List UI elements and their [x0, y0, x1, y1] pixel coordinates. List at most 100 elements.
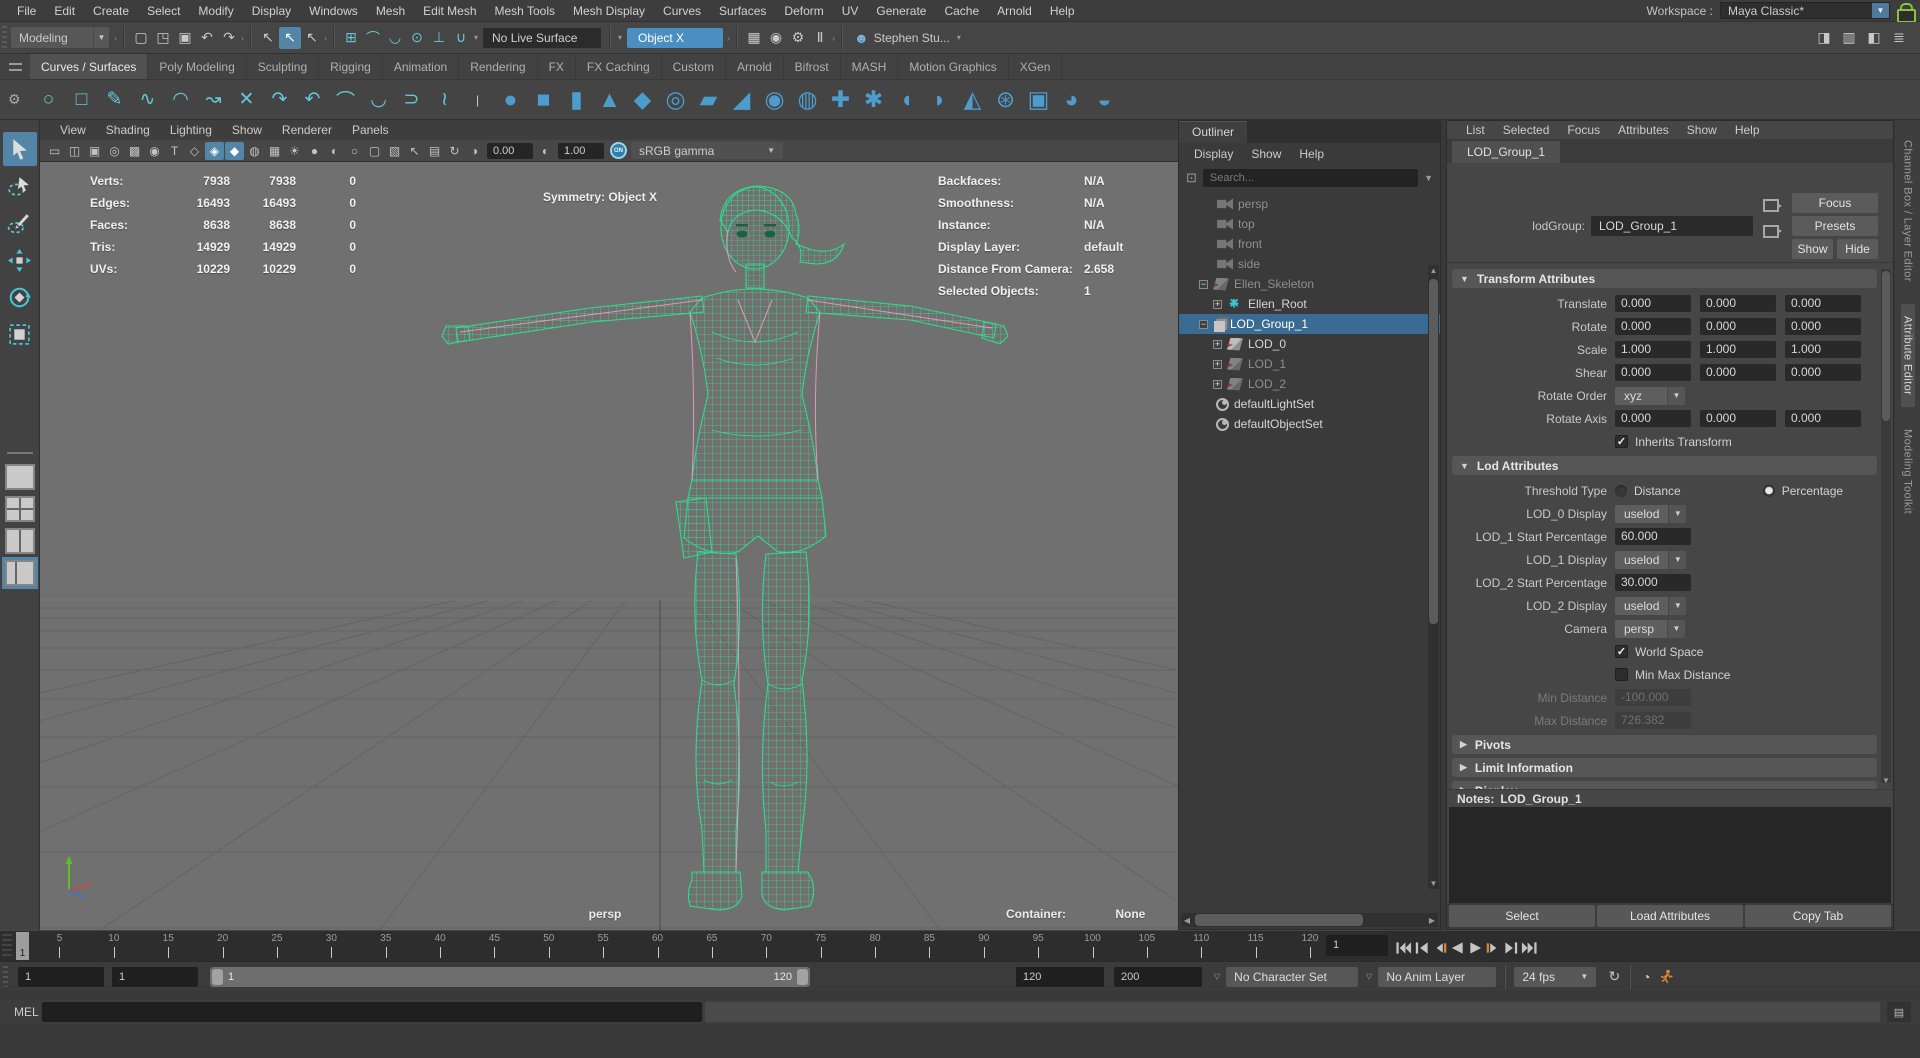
outliner-item[interactable]: + LOD_0 — [1179, 334, 1440, 354]
viewport-toolbar-icon[interactable]: ↻ — [445, 142, 464, 160]
expand-toggle[interactable]: + — [1213, 360, 1222, 369]
animation-start-field[interactable]: 1 — [18, 967, 104, 987]
chevron-down-icon[interactable]: ▽ — [1366, 972, 1372, 981]
menu-item[interactable]: Generate — [867, 0, 935, 22]
outliner-item[interactable]: + Ellen_Root — [1179, 294, 1440, 314]
outliner-item[interactable]: − Ellen_Skeleton — [1179, 274, 1440, 294]
shelf-tool-icon[interactable]: ▲ — [593, 83, 626, 117]
command-input[interactable] — [42, 1002, 702, 1022]
toolbox-tool[interactable] — [3, 317, 37, 351]
swap-tab-icon[interactable] — [1763, 225, 1779, 238]
scroll-down-icon[interactable]: ▼ — [1428, 878, 1439, 889]
outliner-menu-item[interactable]: Show — [1242, 147, 1290, 161]
sidebar-toggle-icon[interactable]: ◧ — [1863, 27, 1885, 49]
render-icon[interactable]: ▦ — [743, 27, 765, 49]
shelf-tool-icon[interactable]: ≀ — [428, 83, 461, 117]
menu-item[interactable]: Cache — [935, 0, 988, 22]
shelf-tool-icon[interactable]: ● — [494, 83, 527, 117]
viewport-toolbar-icon[interactable]: ◫ — [65, 142, 84, 160]
outliner-hscrollbar[interactable]: ◀ ▶ — [1181, 913, 1438, 927]
shelf-tab[interactable]: Animation — [383, 54, 459, 79]
chevron-down-icon[interactable]: ▼ — [1872, 3, 1889, 18]
animation-end-field[interactable]: 200 — [1114, 967, 1202, 987]
shelf-tool-icon[interactable]: ◍ — [791, 83, 824, 117]
shelf-tab[interactable]: Sculpting — [247, 54, 319, 79]
shear-z-field[interactable]: 0.000 — [1785, 364, 1861, 381]
playback-button[interactable] — [1502, 937, 1520, 959]
rotate-y-field[interactable]: 0.000 — [1700, 318, 1776, 335]
toolbox-tool[interactable] — [3, 132, 37, 166]
shelf-tab[interactable]: XGen — [1009, 54, 1063, 79]
expand-toggle[interactable]: + — [1213, 300, 1222, 309]
chevron-down-icon[interactable]: ▼ — [1667, 620, 1685, 638]
shelf-tool-icon[interactable]: ◡ — [362, 83, 395, 117]
camera-dropdown[interactable]: persp — [1615, 620, 1667, 638]
chevron-down-icon[interactable]: ▽ — [1214, 972, 1220, 981]
sidebar-vertical-tab[interactable]: Channel Box / Layer Editor — [1901, 128, 1915, 294]
menu-item[interactable]: Edit Mesh — [414, 0, 485, 22]
shelf-tool-icon[interactable]: ○ — [32, 83, 65, 117]
presets-button[interactable]: Presets — [1792, 216, 1878, 236]
status-icon[interactable]: ↶ — [196, 27, 218, 49]
shelf-tool-icon[interactable]: ◭ — [956, 83, 989, 117]
animation-preferences-icon[interactable] — [1656, 967, 1676, 987]
lod2-display-dropdown[interactable]: uselod — [1615, 597, 1668, 615]
shelf-tool-icon[interactable]: ▣ — [1022, 83, 1055, 117]
playback-button[interactable] — [1448, 937, 1466, 959]
ae-menu-item[interactable]: Focus — [1558, 123, 1609, 137]
scale-z-field[interactable]: 1.000 — [1785, 341, 1861, 358]
shelf-tool-icon[interactable]: ✕ — [230, 83, 263, 117]
shelf-tool-icon[interactable]: ↝ — [197, 83, 230, 117]
shelf-tool-icon[interactable]: ◕ — [1055, 83, 1088, 117]
gamma-field[interactable]: 1.00 — [558, 143, 604, 159]
viewport-toolbar-icon[interactable]: ◍ — [245, 142, 264, 160]
viewport-toolbar-icon[interactable]: ↖ — [405, 142, 424, 160]
scroll-down-icon[interactable]: ▼ — [1881, 776, 1891, 785]
command-language-toggle[interactable]: MEL — [0, 1005, 42, 1019]
current-frame-field[interactable]: 1 — [1326, 935, 1388, 956]
status-icon[interactable]: ▣ — [174, 27, 196, 49]
panel-menu-item[interactable]: Show — [222, 123, 272, 137]
panel-menu-item[interactable]: Panels — [342, 123, 399, 137]
expand-toggle[interactable]: − — [1199, 280, 1208, 289]
menu-item[interactable]: Deform — [775, 0, 832, 22]
world-space-checkbox[interactable]: ✓ — [1615, 645, 1628, 658]
translate-z-field[interactable]: 0.000 — [1785, 295, 1861, 312]
expand-toggle[interactable]: + — [1213, 340, 1222, 349]
panel-menu-item[interactable]: Lighting — [160, 123, 222, 137]
snap-icon[interactable]: ⌒ — [362, 27, 384, 49]
outliner-item[interactable]: + LOD_2 — [1179, 374, 1440, 394]
color-management-toggle[interactable]: ON — [610, 142, 627, 159]
anim-layer-dropdown[interactable]: No Anim Layer — [1378, 967, 1496, 987]
gamma-icon[interactable]: ◐ — [536, 142, 555, 160]
viewport-toolbar-icon[interactable]: ▧ — [385, 142, 404, 160]
current-time-marker[interactable]: 1 — [16, 932, 29, 960]
outliner-item[interactable]: defaultLightSet — [1179, 394, 1440, 414]
hide-button[interactable]: Hide — [1837, 239, 1878, 259]
ae-vscrollbar[interactable]: ▼ — [1881, 269, 1891, 783]
outliner-item[interactable]: front — [1179, 234, 1440, 254]
shelf-tab[interactable]: Bifrost — [784, 54, 841, 79]
shelf-tool-icon[interactable]: ⊃ — [395, 83, 428, 117]
exposure-icon[interactable]: ◑ — [465, 142, 484, 160]
percentage-radio[interactable] — [1763, 485, 1775, 497]
translate-x-field[interactable]: 0.000 — [1615, 295, 1691, 312]
shelf-tool-icon[interactable]: ◎ — [659, 83, 692, 117]
scrollbar-thumb[interactable] — [1882, 271, 1890, 421]
menu-item[interactable]: Surfaces — [710, 0, 775, 22]
outliner-menu-item[interactable]: Display — [1185, 147, 1242, 161]
shelf-tab[interactable]: Custom — [662, 54, 726, 79]
sidebar-vertical-tab[interactable]: Modeling Toolkit — [1901, 417, 1915, 526]
shear-x-field[interactable]: 0.000 — [1615, 364, 1691, 381]
timeline-ticks[interactable]: 1 51015202530354045505560657075808590951… — [16, 931, 1310, 961]
ae-node-tab[interactable]: LOD_Group_1 — [1452, 141, 1560, 163]
distance-radio[interactable] — [1615, 485, 1627, 497]
scroll-left-icon[interactable]: ◀ — [1181, 916, 1193, 925]
toolbox-tool[interactable] — [3, 243, 37, 277]
viewport-toolbar-icon[interactable]: ◎ — [105, 142, 124, 160]
menu-item[interactable]: Mesh — [367, 0, 414, 22]
panel-menu-item[interactable]: Shading — [96, 123, 160, 137]
range-end-handle[interactable] — [797, 969, 808, 985]
playback-button[interactable] — [1520, 937, 1538, 959]
lod1-display-dropdown[interactable]: uselod — [1615, 551, 1668, 569]
